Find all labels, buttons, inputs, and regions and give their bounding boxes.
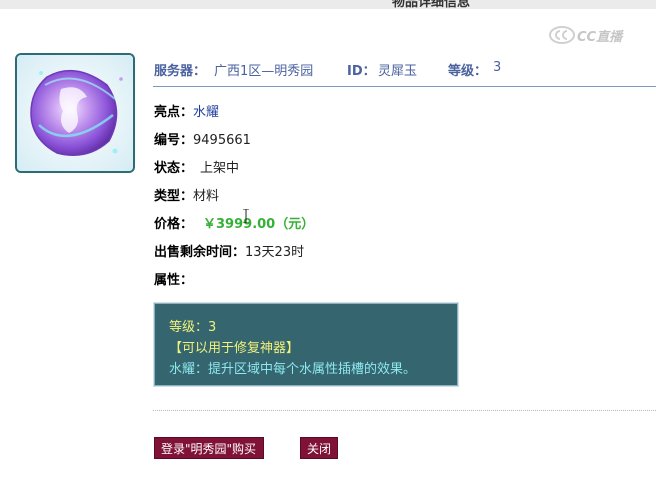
- number-row: 编号：9495661: [154, 129, 251, 148]
- highlight-value: 水耀: [193, 105, 220, 120]
- text-cursor-icon: [243, 209, 249, 223]
- attr-effect: 水耀：提升区域中每个水属性插槽的效果。: [169, 362, 417, 377]
- number-label: 编号：: [154, 133, 194, 148]
- bottom-divider: [153, 410, 656, 411]
- login-buy-button[interactable]: 登录"明秀园"购买: [154, 437, 264, 459]
- type-row: 类型：材料: [154, 185, 220, 204]
- item-image: [15, 53, 135, 173]
- attr-label: 属性：: [154, 273, 194, 288]
- time-row: 出售剩余时间：13天23时: [154, 241, 305, 260]
- server-label: 服务器：: [154, 64, 207, 79]
- server-value: 广西1区—明秀园: [214, 64, 314, 79]
- time-value: 13天23时: [245, 245, 305, 260]
- attribute-box: 等级：3 【可以用于修复神器】 水耀：提升区域中每个水属性插槽的效果。: [153, 302, 459, 387]
- number-value: 9495661: [193, 133, 251, 148]
- cc-logo-icon: [549, 26, 575, 44]
- type-value: 材料: [193, 189, 220, 204]
- time-label: 出售剩余时间：: [154, 245, 246, 260]
- level-value: 3: [493, 60, 502, 75]
- price-value: ￥3999.00（元）: [203, 217, 315, 232]
- attr-usage: 【可以用于修复神器】: [169, 341, 300, 356]
- attr-row: 属性：: [154, 269, 194, 288]
- price-row: 价格： ￥3999.00（元）: [154, 213, 315, 232]
- watermark-text: CC直播: [577, 29, 623, 45]
- close-button[interactable]: 关闭: [300, 437, 338, 459]
- status-row: 状态： 上架中: [154, 157, 240, 176]
- id-value: 灵犀玉: [378, 64, 418, 79]
- highlight-row: 亮点：水耀: [154, 101, 220, 120]
- level-label: 等级：: [448, 64, 488, 79]
- watermark: CC直播: [549, 25, 622, 45]
- type-label: 类型：: [154, 189, 194, 204]
- status-label: 状态：: [154, 161, 194, 176]
- purple-crystal-gem-icon: [17, 55, 133, 171]
- window-title: 物品详细信息: [392, 0, 471, 9]
- price-label: 价格：: [154, 217, 194, 232]
- status-value: 上架中: [200, 161, 240, 176]
- highlight-label: 亮点：: [154, 105, 194, 120]
- header-divider: [153, 86, 656, 87]
- id-label: ID：: [347, 64, 376, 79]
- window-titlebar: 物品详细信息: [0, 0, 656, 9]
- attr-level: 等级：3: [169, 320, 217, 335]
